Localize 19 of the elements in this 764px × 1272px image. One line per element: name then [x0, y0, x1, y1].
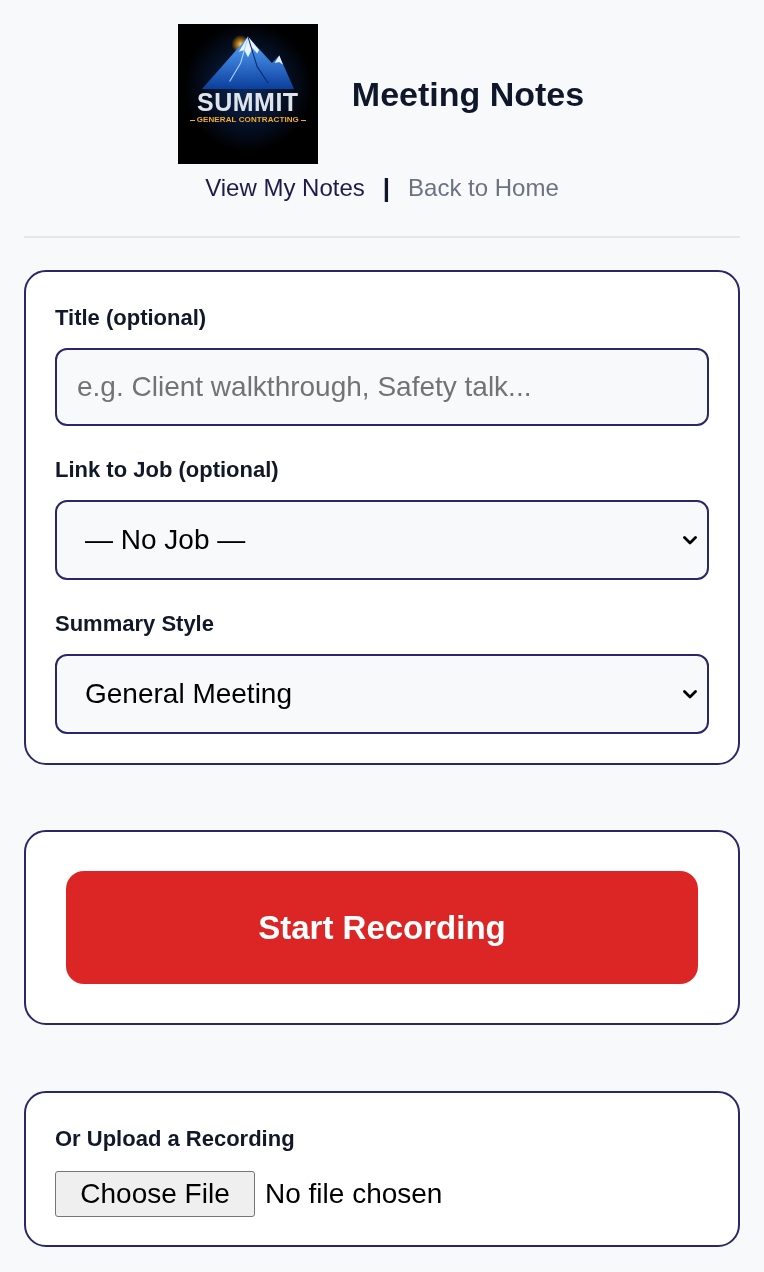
logo-wordmark: SUMMIT	[197, 91, 299, 113]
mountain-icon	[201, 35, 294, 89]
chevron-down-icon	[683, 535, 697, 545]
select-dropdown[interactable]: General Meeting	[55, 654, 709, 734]
file-status: No file chosen	[265, 1177, 443, 1211]
start-recording-button[interactable]: Start Recording	[66, 871, 698, 984]
choose-file-button[interactable]: Choose File	[55, 1171, 255, 1217]
logo-tagline: GENERAL CONTRACTING	[189, 115, 306, 125]
field-label: Title (optional)	[55, 304, 207, 332]
nav-separator: |	[382, 172, 391, 204]
text-input[interactable]: e.g. Client walkthrough, Safety talk...	[55, 348, 709, 426]
field-label: Link to Job (optional)	[55, 456, 279, 484]
page-title: Meeting Notes	[351, 74, 585, 114]
nav-link[interactable]: View My Notes	[205, 172, 365, 204]
nav-link[interactable]: Back to Home	[408, 172, 559, 204]
select-dropdown[interactable]: — No Job —	[55, 500, 709, 580]
upload-label: Or Upload a Recording	[55, 1125, 295, 1153]
field-label: Summary Style	[55, 610, 214, 638]
chevron-down-icon	[683, 689, 697, 699]
